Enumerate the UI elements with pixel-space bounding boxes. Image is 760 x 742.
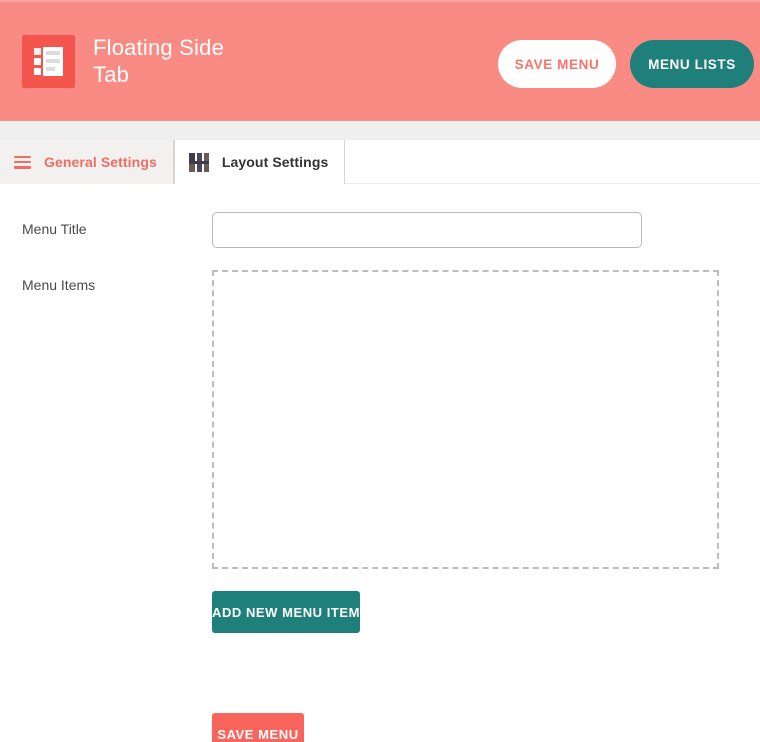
hamburger-icon [14,155,31,169]
save-menu-button-header[interactable]: SAVE MENU [498,40,616,88]
menu-items-row: Menu Items [0,270,760,569]
menu-items-dropzone[interactable] [212,270,719,569]
settings-form: Menu Title Menu Items ADD NEW MENU ITEM … [0,184,760,742]
tab-layout-settings[interactable]: Layout Settings [173,140,346,184]
add-new-menu-item-button[interactable]: ADD NEW MENU ITEM [212,591,360,633]
menu-title-label: Menu Title [22,221,87,237]
layout-grid-icon [188,152,209,172]
menu-title-input[interactable] [212,212,642,248]
page-title: Floating Side Tab [93,34,225,87]
tab-general-settings[interactable]: General Settings [0,140,174,184]
tab-general-settings-label: General Settings [44,154,157,170]
menu-items-label: Menu Items [22,277,96,293]
menu-title-row: Menu Title [0,212,760,248]
settings-tab-bar: General Settings Layout Settings [0,140,760,184]
app-header: Floating Side Tab SAVE MENU MENU LISTS [0,0,760,121]
save-menu-button-footer[interactable]: SAVE MENU [212,713,304,742]
menu-lists-button[interactable]: MENU LISTS [630,40,754,88]
header-actions: SAVE MENU MENU LISTS [498,40,754,88]
floating-side-tab-logo-icon [22,35,75,88]
tab-layout-settings-label: Layout Settings [221,154,329,170]
header-spacer [0,121,760,140]
brand: Floating Side Tab [22,35,243,89]
